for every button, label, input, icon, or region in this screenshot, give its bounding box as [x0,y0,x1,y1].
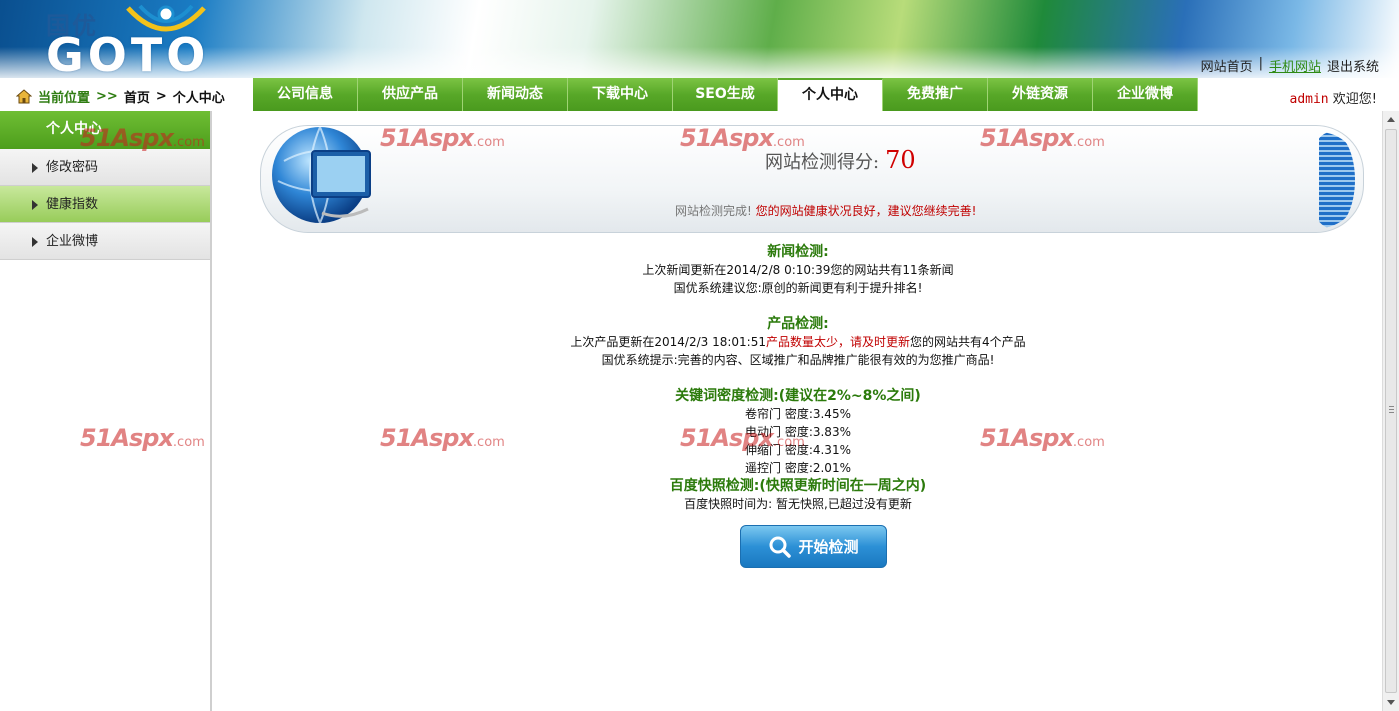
baidu-snapshot-section: 百度快照检测:(快照更新时间在一周之内) 百度快照时间为: 暂无快照,已超过没有… [214,477,1382,513]
header-banner-shade [0,0,1399,78]
status-complete: 网站检测完成! [675,204,752,218]
score-panel: 网站检测得分: 70 网站检测完成! 您的网站健康状况良好，建议您继续完善! [260,125,1364,233]
user-name: admin [1289,92,1329,107]
main-content: 网站检测得分: 70 网站检测完成! 您的网站健康状况良好，建议您继续完善! 新… [214,111,1382,711]
status-line: 网站检测完成! 您的网站健康状况良好，建议您继续完善! [675,202,976,219]
mobile-site-link[interactable]: 手机网站 [1269,56,1321,75]
status-health: 您的网站健康状况良好，建议您继续完善! [755,204,977,218]
score-value: 70 [885,146,916,174]
product-check-line-1: 上次产品更新在2014/2/3 18:01:51产品数量太少，请及时更新您的网站… [214,333,1382,351]
sidebar-item-weibo[interactable]: 企业微博 [0,223,210,260]
tab-external-links[interactable]: 外链资源 [988,78,1093,111]
product-check-title: 产品检测: [767,316,829,332]
keyword-density-section: 关键词密度检测:(建议在2%~8%之间) 卷帘门 密度:3.45% 电动门 密度… [214,387,1382,477]
tab-free-promotion[interactable]: 免费推广 [883,78,988,111]
score-line: 网站检测得分: 70 [765,146,916,174]
baidu-snapshot-line: 百度快照时间为: 暂无快照,已超过没有更新 [684,497,912,511]
breadcrumb-home[interactable]: 首页 [124,87,150,106]
search-icon [769,536,792,558]
sidebar: 个人中心 修改密码 健康指数 企业微博 [0,111,212,711]
triangle-right-icon [32,163,38,173]
start-check-button[interactable]: 开始检测 [740,525,887,568]
breadcrumb-arrow: >> [96,89,118,104]
news-check-section: 新闻检测: 上次新闻更新在2014/2/8 0:10:39您的网站共有11条新闻… [214,243,1382,297]
vertical-scrollbar[interactable] [1382,111,1399,711]
tab-products[interactable]: 供应产品 [358,78,463,111]
keyword-item: 卷帘门 密度:3.45% [745,407,851,421]
top-links: 网站首页 | 手机网站 退出系统 [1201,56,1379,75]
breadcrumb-separator: > [155,89,167,104]
globe-monitor-icon [272,126,371,224]
scroll-up-icon[interactable] [1387,117,1395,122]
sidebar-item-label: 修改密码 [46,160,99,175]
product-last-update: 上次产品更新在2014/2/3 18:01:51 [570,335,766,349]
tab-downloads[interactable]: 下载中心 [568,78,673,111]
baidu-snapshot-title: 百度快照检测:(快照更新时间在一周之内) [669,478,927,494]
main-nav-tabs: 公司信息 供应产品 新闻动态 下载中心 SEO生成 个人中心 免费推广 外链资源… [253,78,1198,111]
score-label: 网站检测得分: [765,152,880,173]
grip-icon [1389,406,1394,414]
sidebar-item-label: 企业微博 [46,234,99,249]
page-root: 国优 GOTO 网站首页 | 手机网站 退出系统 当前位置 >> 首页 > 个人… [0,0,1399,711]
product-check-section: 产品检测: 上次产品更新在2014/2/3 18:01:51产品数量太少，请及时… [214,315,1382,369]
keyword-item: 遥控门 密度:2.01% [745,461,851,475]
news-check-line-1: 上次新闻更新在2014/2/8 0:10:39您的网站共有11条新闻 [642,263,954,277]
greeting-text: 欢迎您! [1332,92,1377,107]
home-icon [16,89,32,104]
triangle-right-icon [32,237,38,247]
product-count: 您的网站共有4个产品 [909,335,1026,349]
tab-weibo[interactable]: 企业微博 [1093,78,1198,111]
product-check-line-2: 国优系统提示:完善的内容、区域推广和品牌推广能很有效的为您推广商品! [601,353,995,367]
product-warning: 产品数量太少，请及时更新 [765,335,910,349]
keyword-item: 伸缩门 密度:4.31% [745,443,851,457]
decorative-stripes [1319,132,1355,228]
sidebar-item-change-password[interactable]: 修改密码 [0,149,210,186]
logo-english-text[interactable]: GOTO [46,32,209,78]
start-check-label: 开始检测 [798,538,859,556]
logout-link[interactable]: 退出系统 [1327,56,1379,75]
breadcrumb-page: 个人中心 [172,91,225,106]
scroll-thumb[interactable] [1385,129,1397,693]
home-link[interactable]: 网站首页 [1201,56,1253,75]
user-greeting: admin 欢迎您! [1290,88,1378,107]
breadcrumb-current-label: 当前位置 [38,91,91,106]
scroll-down-icon[interactable] [1387,700,1395,705]
sidebar-item-health-index[interactable]: 健康指数 [0,186,210,223]
tab-company-info[interactable]: 公司信息 [253,78,358,111]
triangle-right-icon [32,200,38,210]
tab-personal-center[interactable]: 个人中心 [778,78,883,111]
tab-seo[interactable]: SEO生成 [673,78,778,111]
sidebar-item-label: 健康指数 [46,197,99,212]
news-check-title: 新闻检测: [767,244,829,260]
nav-row: 当前位置 >> 首页 > 个人中心 公司信息 供应产品 新闻动态 下载中心 SE… [0,78,1399,111]
keyword-item: 电动门 密度:3.83% [745,425,851,439]
sidebar-title: 个人中心 [0,111,210,149]
breadcrumb: 当前位置 >> 首页 > 个人中心 [16,87,225,106]
tab-news[interactable]: 新闻动态 [463,78,568,111]
link-separator: | [1258,56,1263,71]
keyword-density-title: 关键词密度检测:(建议在2%~8%之间) [675,388,921,404]
news-check-line-2: 国优系统建议您:原创的新闻更有利于提升排名! [673,281,923,295]
